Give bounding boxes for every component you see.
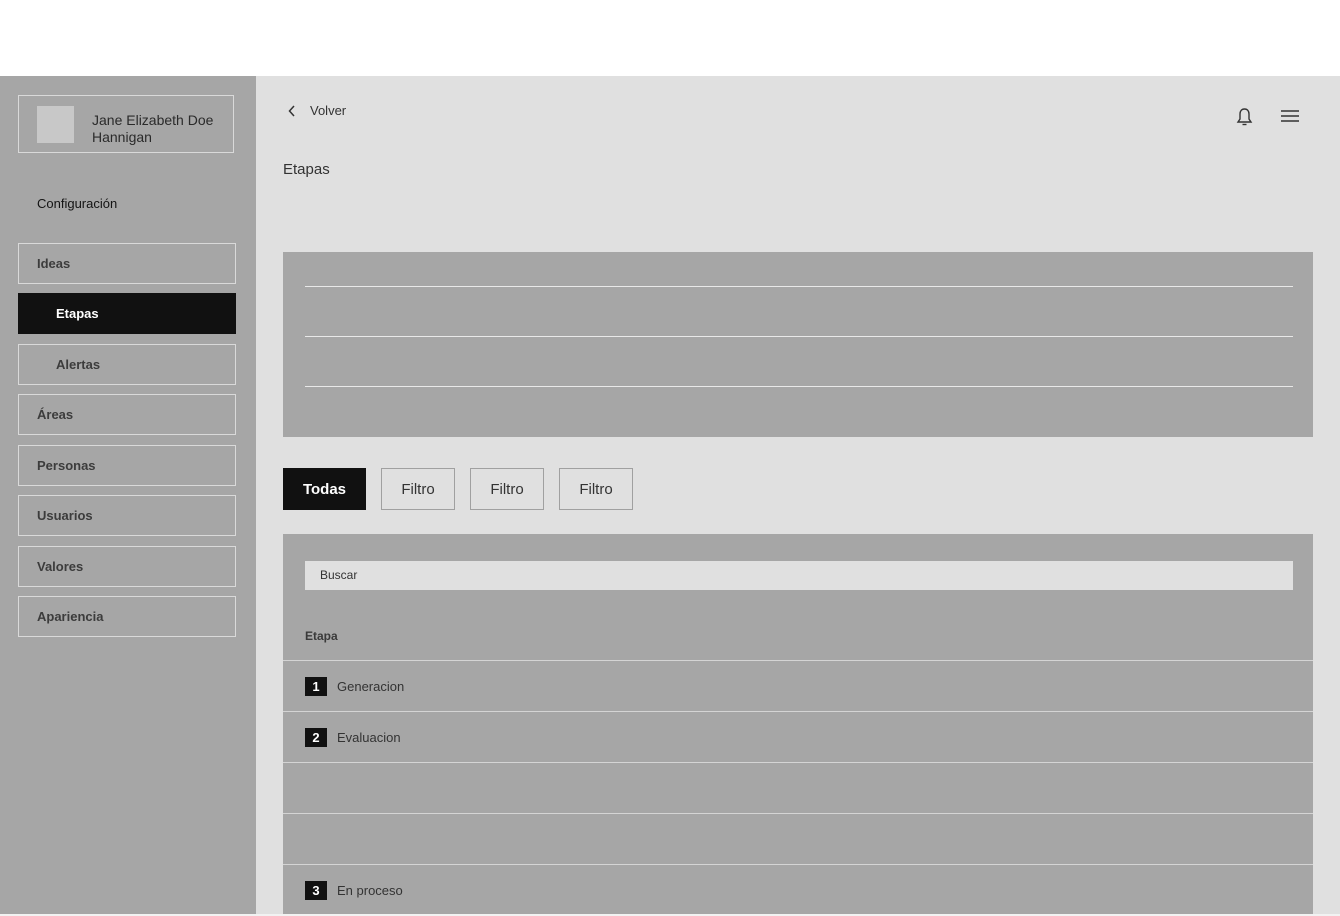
sidebar-item-personas[interactable]: Personas: [18, 445, 236, 486]
user-name: Jane Elizabeth Doe Hannigan: [92, 112, 214, 145]
table-row[interactable]: 2 Evaluacion: [283, 711, 1313, 762]
back-label: Volver: [310, 103, 347, 118]
stage-number-badge: 1: [305, 677, 327, 696]
sidebar-item-usuarios[interactable]: Usuarios: [18, 495, 236, 536]
filter-button-todas[interactable]: Todas: [283, 468, 366, 510]
sidebar-item-label: Valores: [37, 559, 84, 574]
filter-bar: Todas Filtro Filtro Filtro: [283, 468, 648, 510]
sidebar-item-areas[interactable]: Áreas: [18, 394, 236, 435]
sidebar-item-label: Áreas: [37, 407, 74, 422]
filter-button[interactable]: Filtro: [559, 468, 633, 510]
placeholder-line: [305, 336, 1293, 337]
hamburger-menu-icon[interactable]: [1281, 109, 1299, 123]
avatar: [37, 106, 74, 143]
chevron-left-icon: [288, 104, 295, 117]
placeholder-line: [305, 286, 1293, 287]
stage-label: Generacion: [337, 679, 405, 694]
filter-button[interactable]: Filtro: [381, 468, 455, 510]
table-row[interactable]: 1 Generacion: [283, 660, 1313, 711]
sidebar-item-ideas[interactable]: Ideas: [18, 243, 236, 284]
page-title: Etapas: [283, 161, 330, 178]
filter-button[interactable]: Filtro: [470, 468, 544, 510]
search-input[interactable]: Buscar: [305, 561, 1293, 590]
table-row-empty[interactable]: [283, 762, 1313, 813]
sidebar-item-label: Personas: [37, 458, 96, 473]
stage-label: Evaluacion: [337, 730, 401, 745]
sidebar-item-label: Usuarios: [37, 508, 93, 523]
back-link[interactable]: Volver: [288, 103, 346, 118]
table-row-empty[interactable]: [283, 813, 1313, 864]
sidebar-item-label: Ideas: [37, 256, 71, 271]
column-header-etapa: Etapa: [305, 629, 338, 643]
sidebar-item-label: Apariencia: [37, 609, 104, 624]
stage-label: En proceso: [337, 883, 403, 898]
placeholder-panel: [283, 252, 1313, 437]
user-profile-card[interactable]: Jane Elizabeth Doe Hannigan: [18, 95, 234, 153]
sidebar-item-apariencia[interactable]: Apariencia: [18, 596, 236, 637]
placeholder-line: [305, 386, 1293, 387]
table-row[interactable]: 3 En proceso: [283, 864, 1313, 914]
stage-number-badge: 3: [305, 881, 327, 900]
app-window: Jane Elizabeth Doe Hannigan Configuració…: [0, 76, 1340, 914]
sidebar-item-alertas[interactable]: Alertas: [18, 344, 236, 385]
sidebar: Jane Elizabeth Doe Hannigan Configuració…: [0, 76, 256, 914]
sidebar-item-valores[interactable]: Valores: [18, 546, 236, 587]
stage-number-badge: 2: [305, 728, 327, 747]
bell-icon[interactable]: [1236, 107, 1253, 127]
sidebar-item-etapas[interactable]: Etapas: [18, 293, 236, 334]
sidebar-item-label: Alertas: [56, 357, 101, 372]
sidebar-section-title: Configuración: [37, 196, 118, 211]
stages-list: Buscar Etapa 1 Generacion 2 Evaluacion 3…: [283, 534, 1313, 914]
sidebar-item-label: Etapas: [56, 306, 99, 321]
main-content: Volver Etapas Todas Filtro Filtro Filtro…: [256, 76, 1340, 914]
